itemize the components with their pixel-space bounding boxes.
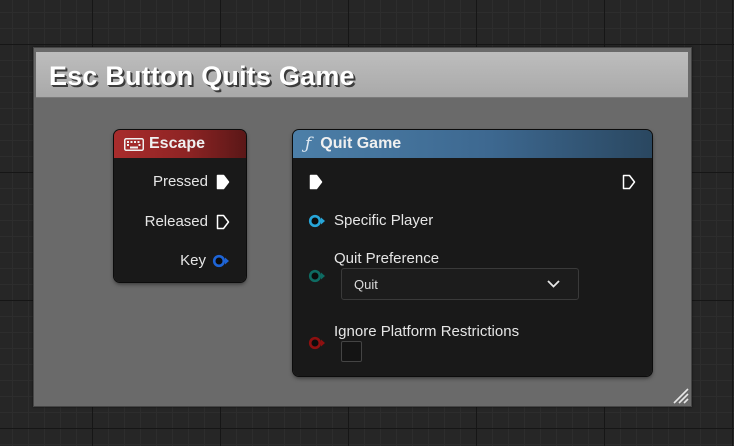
specific-player-label: Specific Player [334,212,434,229]
ignore-platform-restrictions-pin-icon[interactable] [308,336,326,350]
comment-header[interactable]: Esc Button Quits Game [36,52,688,98]
pressed-exec-pin-icon[interactable] [216,174,230,190]
chevron-down-icon [547,280,560,288]
quit-preference-pin-icon[interactable] [308,269,326,283]
released-exec-pin-icon[interactable] [216,214,230,230]
quit-preference-value: Quit [354,277,378,292]
specific-player-pin-icon[interactable] [308,214,326,228]
escape-node-title: Escape [149,135,206,152]
escape-node-header[interactable]: Escape [114,130,246,158]
exec-out-pin-icon[interactable] [622,174,636,190]
comment-title[interactable]: Esc Button Quits Game [49,61,355,92]
quit-preference-dropdown[interactable]: Quit [341,268,579,300]
key-pin-label: Key [180,252,206,269]
ignore-platform-restrictions-label: Ignore Platform Restrictions [334,323,520,340]
released-pin-label: Released [144,213,208,230]
quit-preference-label: Quit Preference [334,250,440,267]
resize-grip-icon[interactable] [671,386,689,404]
keyboard-icon [124,137,144,151]
function-icon: ƒ [305,134,312,154]
key-struct-pin-icon[interactable] [212,254,230,268]
ignore-platform-restrictions-checkbox[interactable] [341,341,362,362]
pressed-pin-label: Pressed [152,173,208,190]
quit-game-node-title: Quit Game [320,135,402,152]
quit-game-node-header[interactable]: ƒ Quit Game [293,130,652,158]
quit-game-node[interactable]: ƒ Quit Game Specific Player Quit Prefere… [293,130,652,376]
exec-in-pin-icon[interactable] [309,174,323,190]
escape-node[interactable]: Escape Pressed Released Key [114,130,246,282]
